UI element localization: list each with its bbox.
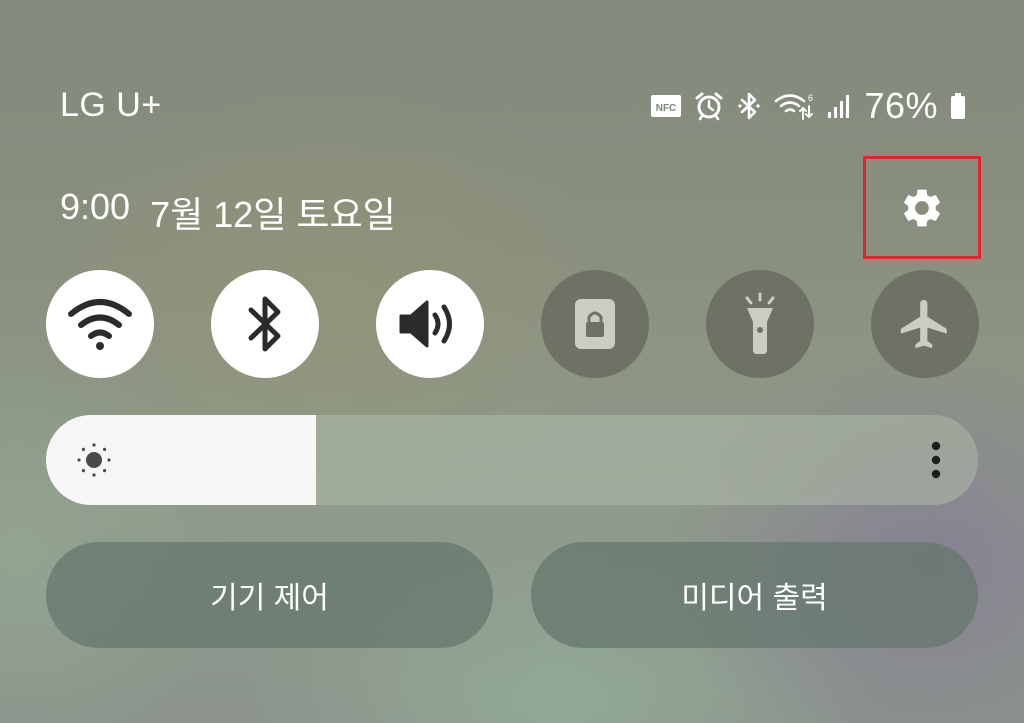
qs-rotation-lock-toggle[interactable] [541,270,649,378]
status-icons: NFC 6 76% [650,84,966,128]
qs-wifi-toggle[interactable] [46,270,154,378]
svg-text:NFC: NFC [656,103,677,114]
date-time-row: 9:00 7월 12일 토요일 [60,186,396,238]
airplane-icon [900,299,947,349]
device-control-button[interactable]: 기기 제어 [46,542,493,648]
alarm-icon [695,92,723,121]
gear-icon [904,189,940,226]
flashlight-icon [745,292,775,354]
battery-percent: 76% [864,85,938,126]
bluetooth-icon [738,92,761,120]
clock-date: 7월 12일 토요일 [150,194,396,235]
wifi-data-icon: 6 [775,93,813,120]
bluetooth-icon [248,296,281,352]
rotation-lock-icon [575,299,615,349]
brightness-sun-icon [77,443,111,477]
battery-icon [951,93,965,119]
wifi-icon [68,299,132,350]
brightness-slider[interactable] [46,415,978,505]
svg-text:6: 6 [808,93,813,103]
more-options-icon[interactable] [930,440,942,480]
media-output-button[interactable]: 미디어 출력 [531,542,978,648]
qs-flashlight-toggle[interactable] [706,270,814,378]
status-bar: LG U+ NFC 6 76% [0,0,1024,150]
media-output-label: 미디어 출력 [681,582,828,615]
settings-button[interactable] [863,156,981,259]
qs-sound-toggle[interactable] [376,270,484,378]
carrier-name: LG U+ [60,86,162,124]
clock-time: 9:00 [60,186,131,227]
signal-icon [828,95,850,118]
volume-icon [399,300,452,348]
nfc-icon: NFC [651,95,682,117]
qs-airplane-toggle[interactable] [871,270,979,378]
qs-bluetooth-toggle[interactable] [211,270,319,378]
device-control-label: 기기 제어 [210,582,329,615]
